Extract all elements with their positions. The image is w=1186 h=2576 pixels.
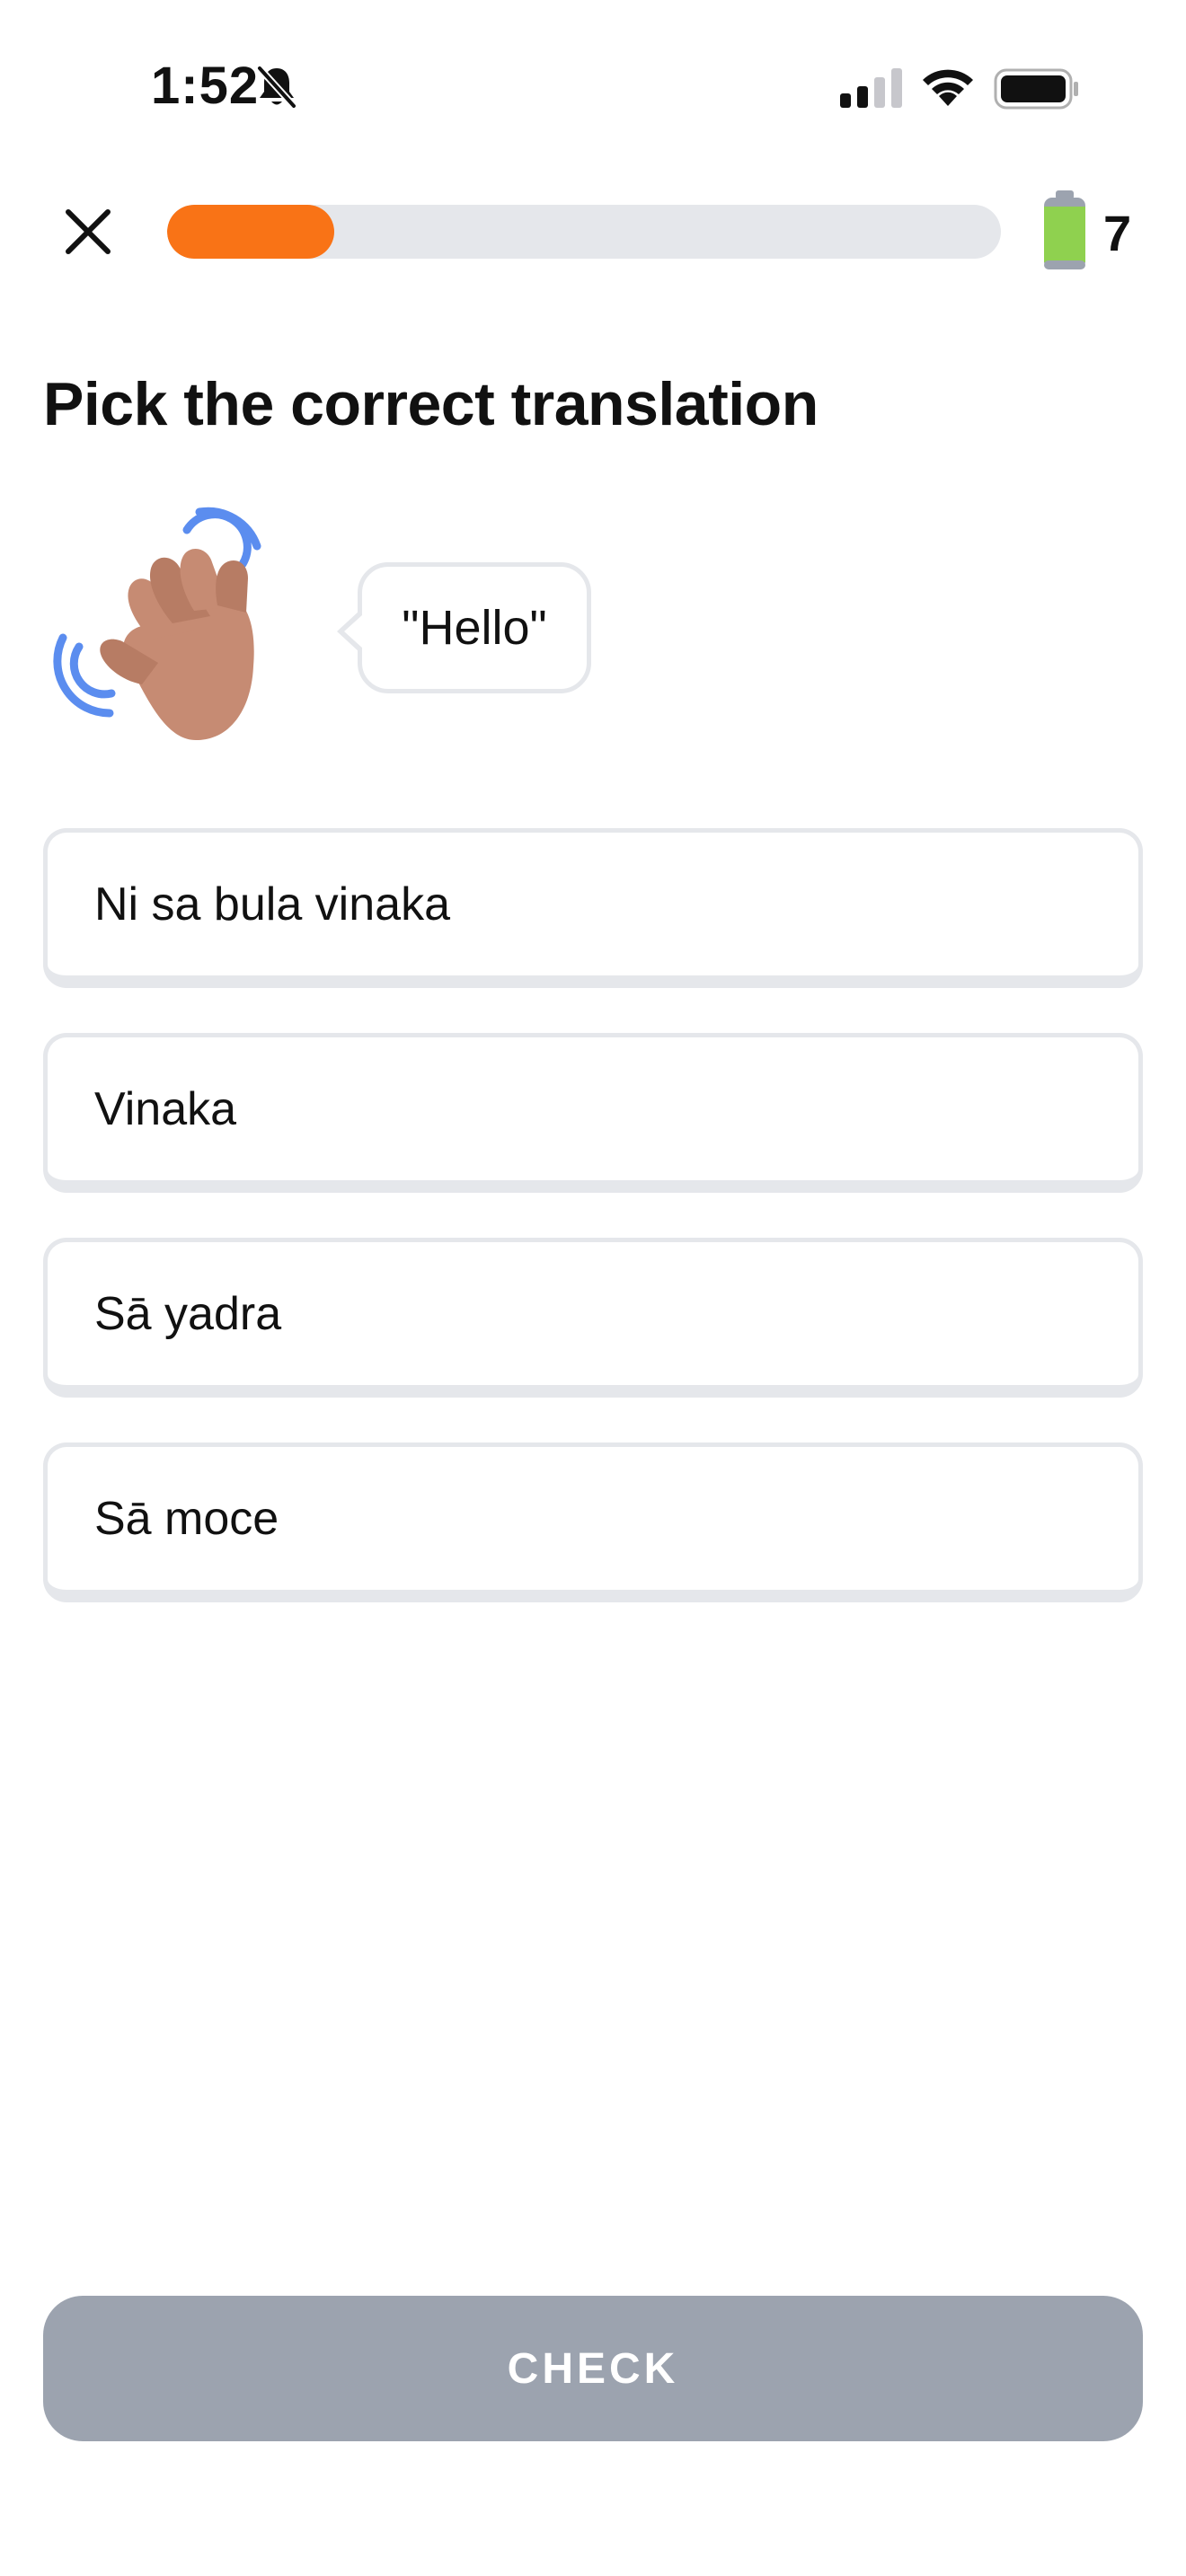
prompt-phrase: "Hello" [402,601,547,655]
close-button[interactable] [52,196,124,268]
check-button[interactable]: CHECK [43,2296,1143,2441]
answer-option[interactable]: Vinaka [43,1033,1143,1193]
energy-battery-icon [1044,190,1085,269]
check-button-label: CHECK [507,2344,679,2393]
wifi-icon [923,69,973,106]
answer-options: Ni sa bula vinaka Vinaka Sā yadra Sā moc… [43,828,1143,1647]
lesson-progress-fill [167,205,334,259]
close-icon [66,209,111,254]
waving-hand-icon [53,507,261,740]
battery-icon [994,68,1078,110]
answer-option-label: Sā moce [94,1492,279,1545]
status-bar: 1:52 [0,0,1186,171]
bell-off-icon [256,65,297,110]
answer-option-label: Vinaka [94,1082,237,1135]
answer-option[interactable]: Ni sa bula vinaka [43,828,1143,988]
speech-bubble: "Hello" [337,562,591,693]
status-time: 1:52 [151,57,260,115]
answer-option-label: Ni sa bula vinaka [94,878,450,931]
answer-option[interactable]: Sā moce [43,1442,1143,1602]
lesson-progress-bar [167,205,1001,259]
energy-count: 7 [1103,205,1132,261]
answer-option[interactable]: Sā yadra [43,1238,1143,1398]
prompt-title: Pick the correct translation [43,370,819,438]
signal-icon [840,68,902,108]
answer-option-label: Sā yadra [94,1287,282,1340]
